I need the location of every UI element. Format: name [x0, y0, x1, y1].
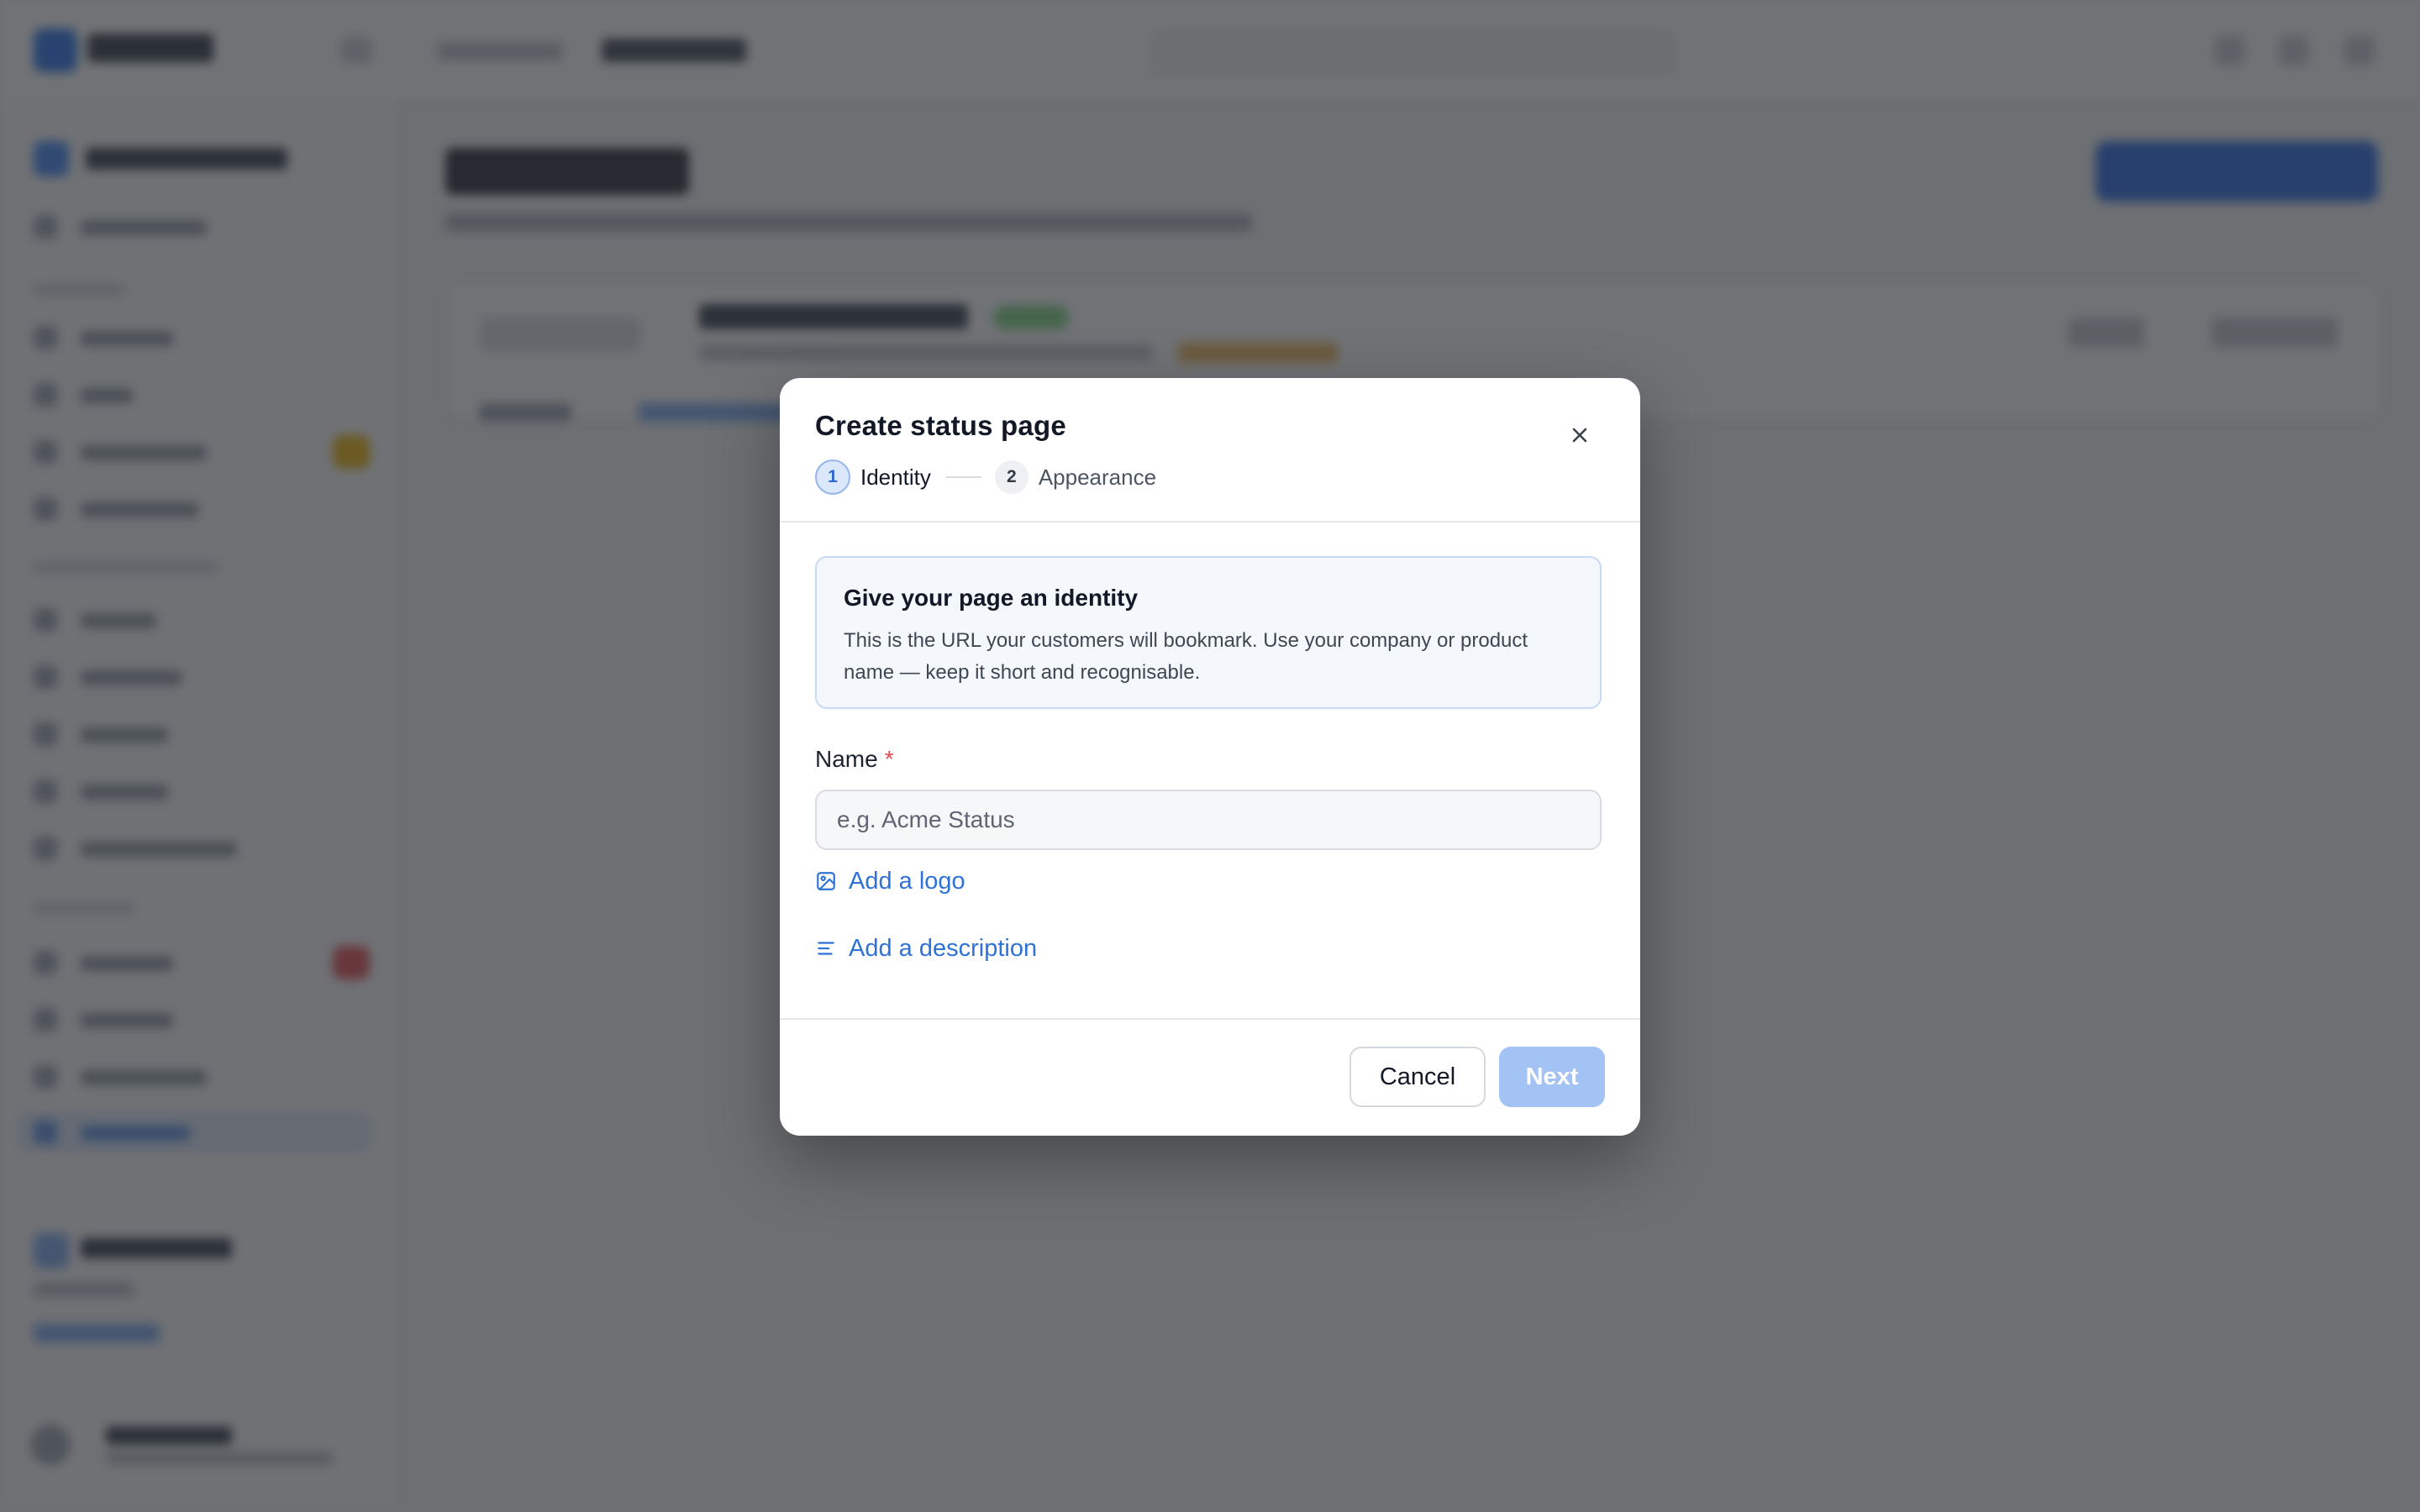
dialog-header: Create status page 1 Identity 2 Appearan… [780, 378, 1640, 522]
add-description-button[interactable]: Add a description [815, 930, 1037, 967]
name-field-label: Name * [815, 746, 894, 773]
dialog-footer: Cancel Next [780, 1018, 1640, 1136]
step-1-label: Identity [860, 464, 931, 490]
image-icon [817, 872, 835, 890]
cancel-button[interactable]: Cancel [1349, 1047, 1486, 1107]
dialog-title: Create status page [815, 410, 1066, 441]
close-icon [1572, 428, 1587, 443]
info-title: Give your page an identity [844, 585, 1139, 611]
required-marker: * [884, 746, 894, 772]
add-description-label: Add a description [849, 934, 1038, 962]
step-2-number: 2 [994, 460, 1028, 494]
step-2-label: Appearance [1038, 464, 1157, 490]
wizard-stepper: 1 Identity 2 Appearance [815, 459, 1156, 496]
create-status-page-dialog: Create status page 1 Identity 2 Appearan… [780, 378, 1640, 1136]
info-text: This is the URL your customers will book… [844, 629, 1528, 684]
next-button[interactable]: Next [1499, 1047, 1605, 1107]
name-label-text: Name [815, 746, 878, 772]
text-lines-icon [818, 942, 834, 955]
step-separator [945, 476, 981, 478]
close-button[interactable] [1561, 417, 1598, 454]
add-logo-label: Add a logo [849, 867, 965, 895]
add-logo-button[interactable]: Add a logo [815, 863, 965, 900]
identity-info-callout: Give your page an identity This is the U… [815, 556, 1602, 709]
step-1-number: 1 [815, 459, 850, 495]
name-input[interactable] [815, 790, 1602, 850]
